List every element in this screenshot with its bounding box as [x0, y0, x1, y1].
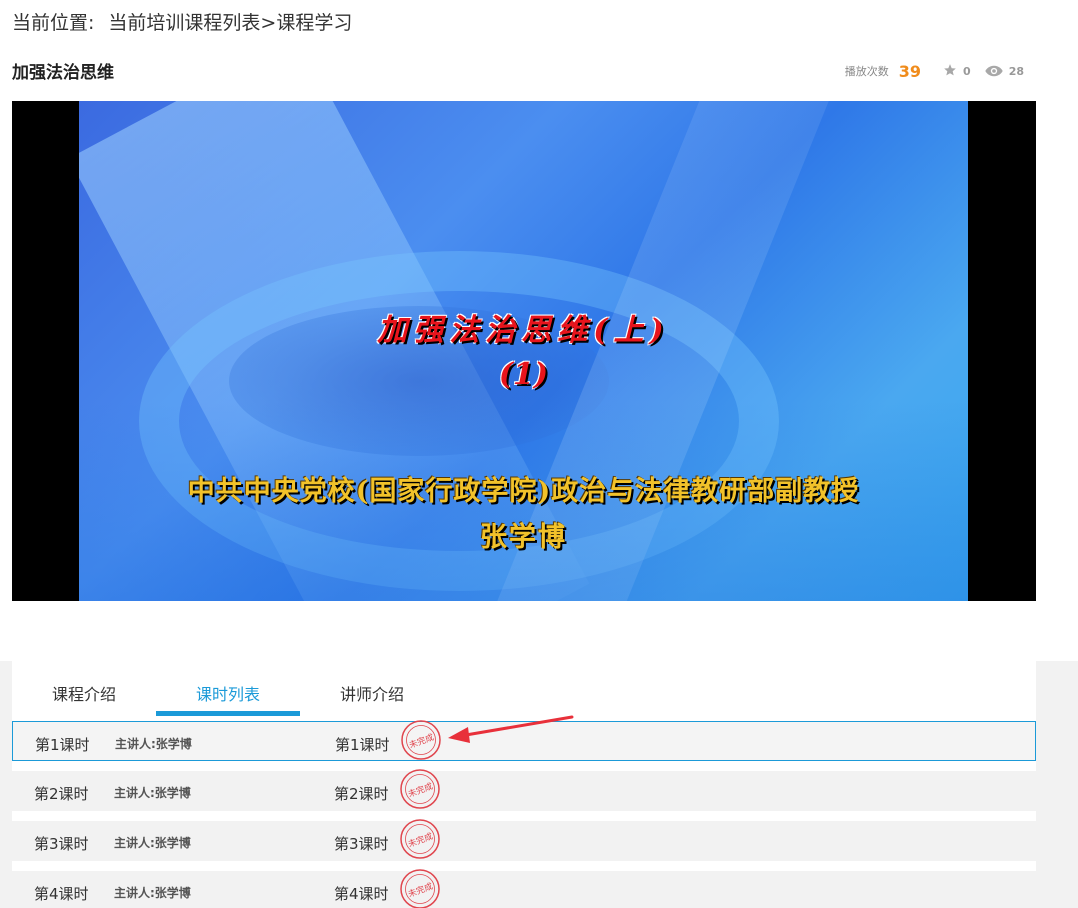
lesson-title: 第1课时	[335, 736, 390, 754]
course-tabs-panel: 课程介绍 课时列表 讲师介绍 第1课时 主讲人:张学博 第1课时 未完成 第2课…	[12, 661, 1036, 908]
likes-count: 0	[963, 64, 971, 78]
stamp-label: 未完成	[407, 881, 435, 900]
views-count: 28	[1008, 64, 1024, 78]
video-player[interactable]: 加强法治思维(上) (1) 中共中央党校(国家行政学院)政治与法律教研部副教授 …	[12, 101, 1036, 601]
incomplete-stamp-icon: 未完成	[401, 720, 441, 760]
incomplete-stamp-icon: 未完成	[400, 819, 440, 859]
lesson-name: 第1课时	[35, 736, 90, 754]
red-arrow-icon	[448, 715, 574, 743]
lesson-row[interactable]: 第4课时 主讲人:张学博 第4课时 未完成	[12, 869, 1036, 908]
video-part-text: (1)	[498, 357, 549, 392]
tab-bar: 课程介绍 课时列表 讲师介绍	[12, 661, 1036, 717]
stamp-label: 未完成	[407, 831, 435, 850]
lesson-title: 第4课时	[334, 885, 389, 903]
video-title-text: 加强法治思维(上)	[377, 313, 670, 348]
lesson-lecturer: 主讲人:张学博	[114, 786, 191, 800]
lesson-lecturer: 主讲人:张学博	[114, 836, 191, 850]
video-frame[interactable]: 加强法治思维(上) (1) 中共中央党校(国家行政学院)政治与法律教研部副教授 …	[79, 101, 968, 601]
star-icon[interactable]	[943, 62, 957, 81]
incomplete-stamp-icon: 未完成	[400, 769, 440, 809]
play-count-label: 播放次数	[844, 65, 889, 78]
active-tab-indicator	[156, 711, 300, 716]
lesson-row[interactable]: 第3课时 主讲人:张学博 第3课时 未完成	[12, 819, 1036, 861]
course-title: 加强法治思维	[12, 63, 114, 83]
lesson-lecturer: 主讲人:张学博	[114, 886, 191, 900]
play-count-value: 39	[898, 61, 922, 81]
breadcrumb: 当前位置: 当前培训课程列表>课程学习	[12, 8, 352, 35]
tab-course-intro[interactable]: 课程介绍	[52, 681, 116, 705]
video-lecturer-text: 张学博	[480, 522, 567, 553]
lesson-name: 第4课时	[34, 885, 89, 903]
course-study-page: 当前位置: 当前培训课程列表>课程学习 加强法治思维 播放次数 39 0 28 加…	[0, 0, 1078, 908]
eye-icon	[985, 62, 1003, 81]
tab-lesson-list[interactable]: 课时列表	[196, 681, 260, 705]
breadcrumb-path[interactable]: 当前培训课程列表>课程学习	[108, 12, 352, 34]
video-affiliation-text: 中共中央党校(国家行政学院)政治与法律教研部副教授	[187, 476, 860, 507]
tab-lecturer-intro[interactable]: 讲师介绍	[340, 681, 404, 705]
incomplete-stamp-icon: 未完成	[400, 869, 440, 908]
stamp-label: 未完成	[408, 732, 436, 751]
lesson-title: 第3课时	[334, 835, 389, 853]
lesson-row[interactable]: 第2课时 主讲人:张学博 第2课时 未完成	[12, 769, 1036, 811]
course-header: 加强法治思维 播放次数 39 0 28	[12, 58, 1036, 84]
lesson-title: 第2课时	[334, 785, 389, 803]
course-stats: 播放次数 39 0 28	[845, 58, 1024, 84]
lesson-name: 第3课时	[34, 835, 89, 853]
lesson-name: 第2课时	[34, 785, 89, 803]
stamp-label: 未完成	[407, 781, 435, 800]
lesson-lecturer: 主讲人:张学博	[115, 737, 192, 751]
breadcrumb-label: 当前位置:	[12, 12, 95, 34]
